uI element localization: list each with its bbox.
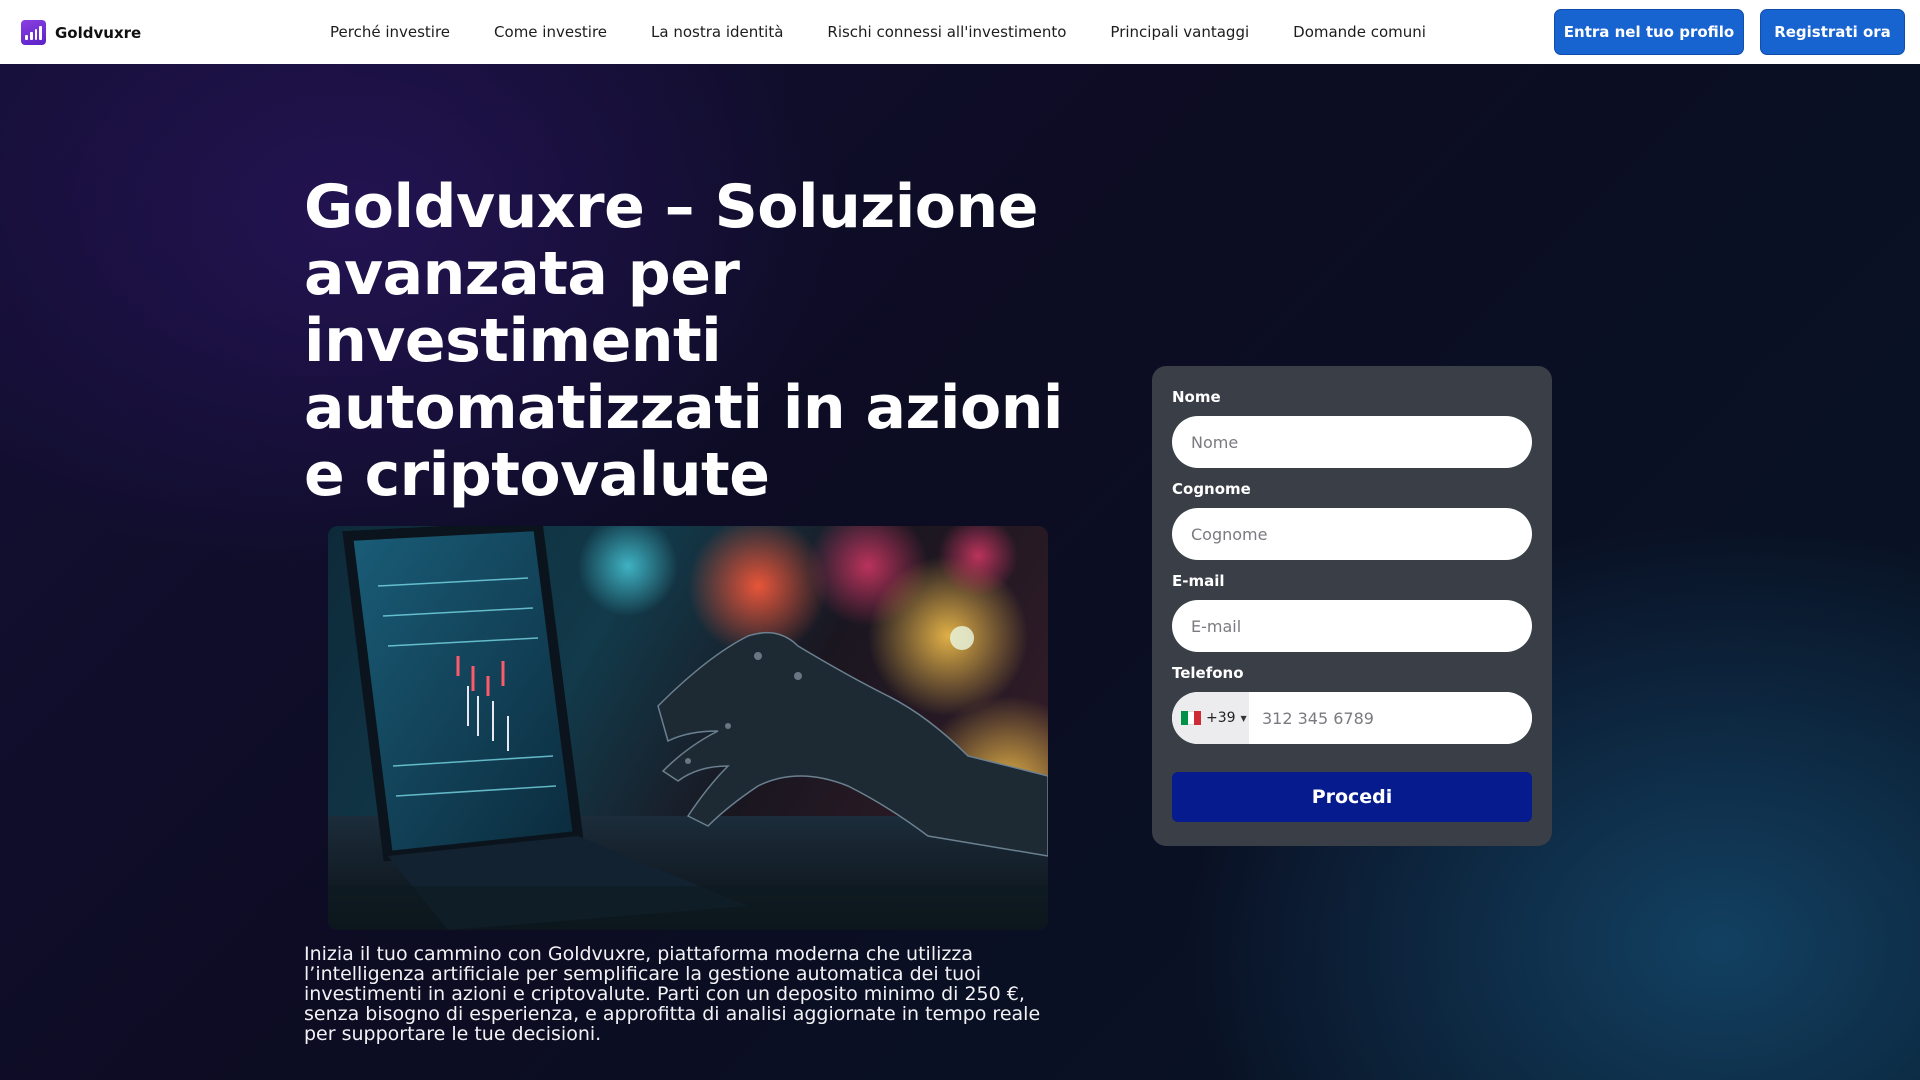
top-navbar: Goldvuxre Perché investire Come investir… — [0, 0, 1920, 64]
first-name-label: Nome — [1172, 388, 1221, 406]
main-nav: Perché investire Come investire La nostr… — [330, 0, 1470, 64]
hero-image-robot-hand-laptop — [328, 526, 1048, 930]
nav-link-vantaggi[interactable]: Principali vantaggi — [1110, 23, 1249, 41]
phone-label: Telefono — [1172, 664, 1244, 682]
email-label: E-mail — [1172, 572, 1225, 590]
hero-description: Inizia il tuo cammino con Goldvuxre, pia… — [304, 943, 1041, 1045]
phone-field: +39 ▼ — [1172, 692, 1532, 744]
brand[interactable]: Goldvuxre — [21, 20, 141, 45]
dial-code: +39 — [1206, 710, 1236, 726]
hero-section: Goldvuxre – Soluzione avanzata per inves… — [0, 64, 1920, 1080]
nav-link-rischi[interactable]: Rischi connessi all'investimento — [827, 23, 1066, 41]
brand-name: Goldvuxre — [55, 23, 142, 42]
caret-down-icon: ▼ — [1240, 713, 1247, 723]
register-button[interactable]: Registrati ora — [1760, 9, 1905, 55]
nav-link-domande[interactable]: Domande comuni — [1293, 23, 1426, 41]
email-input[interactable] — [1172, 600, 1532, 652]
last-name-label: Cognome — [1172, 480, 1251, 498]
signup-form: Nome Cognome E-mail Telefono +39 ▼ Proce… — [1152, 366, 1552, 846]
last-name-input[interactable] — [1172, 508, 1532, 560]
submit-button[interactable]: Procedi — [1172, 772, 1532, 822]
nav-link-come-investire[interactable]: Come investire — [494, 23, 607, 41]
phone-input[interactable] — [1249, 692, 1532, 744]
nav-link-perche-investire[interactable]: Perché investire — [330, 23, 450, 41]
hero-illustration — [328, 526, 1048, 930]
first-name-input[interactable] — [1172, 416, 1532, 468]
login-button[interactable]: Entra nel tuo profilo — [1554, 9, 1744, 55]
bar-chart-icon — [21, 20, 46, 45]
country-code-selector[interactable]: +39 ▼ — [1172, 692, 1249, 744]
nav-link-nostra-identita[interactable]: La nostra identità — [651, 23, 783, 41]
hero-title: Goldvuxre – Soluzione avanzata per inves… — [304, 172, 1063, 510]
italy-flag-icon — [1181, 711, 1202, 725]
